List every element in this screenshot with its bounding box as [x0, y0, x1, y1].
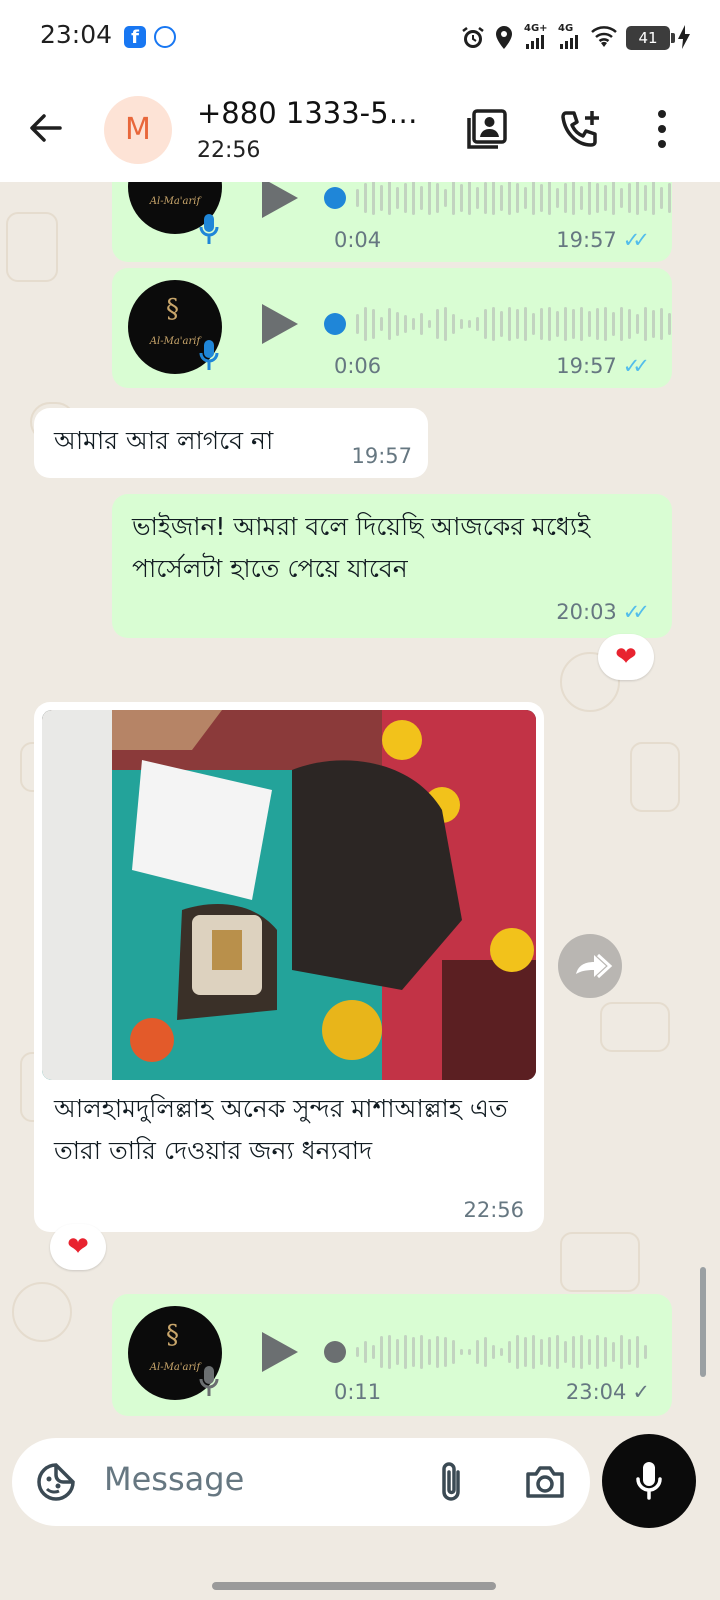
read-ticks-icon: ✓✓: [622, 354, 650, 378]
voice-duration: 0:11: [334, 1380, 382, 1404]
location-icon: [496, 26, 512, 49]
signal-icon-1: 4G+: [522, 23, 548, 51]
message-time: 19:57: [556, 228, 617, 252]
message-time: 22:56: [463, 1198, 524, 1222]
read-ticks-icon: ✓✓: [622, 600, 650, 624]
message-text: ভাইজান! আমরা বলে দিয়েছি আজকের মধ্যেই পা…: [132, 512, 591, 583]
alarm-icon: [462, 27, 484, 48]
voice-message[interactable]: §Al-Ma'arif 0:04 19:57✓✓: [112, 182, 672, 262]
mic-icon: [199, 340, 219, 370]
mic-icon: [199, 214, 219, 244]
playback-handle[interactable]: [324, 313, 346, 335]
outgoing-message[interactable]: ভাইজান! আমরা বলে দিয়েছি আজকের মধ্যেই পা…: [112, 494, 672, 638]
message-meta: 22:56: [463, 1198, 524, 1222]
wallpaper-doodle: [6, 212, 58, 282]
voice-duration: 0:06: [334, 354, 382, 378]
facebook-icon: f: [124, 26, 146, 48]
read-ticks-icon: ✓✓: [622, 228, 650, 252]
waveform[interactable]: [356, 1332, 647, 1372]
scrollbar[interactable]: [700, 1267, 706, 1377]
network-type-1: 4G+: [524, 23, 548, 34]
heart-reaction[interactable]: ❤: [50, 1224, 106, 1270]
photo-image: [42, 710, 536, 1080]
contact-card-icon[interactable]: [466, 108, 508, 150]
message-meta: 19:57: [351, 444, 412, 468]
message-text: আমার আর লাগবে না: [54, 426, 274, 455]
wallpaper-doodle: [12, 1282, 72, 1342]
message-time: 20:03: [556, 600, 617, 624]
attach-icon[interactable]: [436, 1460, 466, 1504]
play-button[interactable]: [262, 182, 298, 218]
wallpaper-doodle: [630, 742, 680, 812]
contact-avatar[interactable]: M: [104, 96, 172, 164]
status-time: 23:04: [40, 20, 113, 49]
incoming-photo-message[interactable]: আলহামদুলিল্লাহ অনেক সুন্দর মাশাআল্লাহ এত…: [34, 702, 544, 1232]
sent-tick-icon: ✓: [632, 1380, 650, 1404]
message-placeholder: Message: [104, 1460, 245, 1498]
forward-icon: [576, 953, 613, 979]
message-meta: 19:57 ✓✓: [556, 228, 650, 252]
message-time: 19:57: [351, 444, 412, 468]
message-meta: 23:04 ✓: [566, 1380, 650, 1404]
waveform[interactable]: [356, 304, 671, 344]
message-photo[interactable]: [42, 710, 536, 1080]
messenger-icon: [154, 26, 176, 48]
photo-caption: আলহামদুলিল্লাহ অনেক সুন্দর মাশাআল্লাহ এত…: [54, 1094, 508, 1165]
wallpaper-doodle: [560, 1232, 640, 1292]
wallpaper-doodle: [600, 1002, 670, 1052]
voice-message[interactable]: § Al-Ma'arif 0:06 19:57 ✓✓: [112, 268, 672, 388]
charging-icon: [678, 25, 690, 49]
mic-icon: [636, 1462, 662, 1500]
home-indicator[interactable]: [212, 1582, 496, 1590]
voice-duration: 0:04: [334, 228, 382, 252]
message-time: 19:57: [556, 354, 617, 378]
sticker-icon[interactable]: [36, 1462, 76, 1502]
voice-message[interactable]: § Al-Ma'arif 0:11 23:04 ✓: [112, 1294, 672, 1416]
playback-handle[interactable]: [324, 187, 346, 209]
battery-icon: 41: [626, 26, 675, 50]
composer: Message: [0, 1432, 720, 1600]
avatar-brand: Al-Ma'arif: [149, 196, 201, 207]
status-bar: 23:04 f 4G+ 4G 41: [0, 0, 720, 76]
chat-area[interactable]: §Al-Ma'arif 0:04 19:57✓✓ §Al-Ma'arif 0:0…: [0, 182, 720, 1432]
signal-icon-2: 4G: [556, 23, 582, 51]
more-options-icon[interactable]: [650, 108, 674, 150]
mic-icon: [199, 1366, 219, 1396]
message-time: 23:04: [565, 1380, 627, 1404]
message-meta: 19:57 ✓✓: [556, 354, 650, 378]
play-button[interactable]: [262, 1332, 298, 1372]
waveform[interactable]: [356, 182, 671, 218]
incoming-message[interactable]: আমার আর লাগবে না 19:57: [34, 408, 428, 478]
last-seen[interactable]: 22:56: [197, 138, 260, 163]
wifi-icon: [591, 26, 617, 47]
heart-reaction[interactable]: ❤: [598, 634, 654, 680]
chat-header: M +880 1333-5… 22:56: [0, 76, 720, 182]
message-input[interactable]: Message: [12, 1438, 590, 1526]
back-arrow-icon[interactable]: [28, 110, 64, 146]
record-voice-button[interactable]: [602, 1434, 696, 1528]
contact-name[interactable]: +880 1333-5…: [197, 96, 437, 130]
forward-button[interactable]: [558, 934, 622, 998]
add-call-icon[interactable]: [560, 108, 602, 150]
message-meta: 20:03 ✓✓: [556, 600, 650, 624]
play-button[interactable]: [262, 304, 298, 344]
camera-icon[interactable]: [524, 1464, 566, 1500]
status-icons: 4G+ 4G 41: [460, 23, 675, 52]
network-type-2: 4G: [558, 23, 574, 34]
playback-handle[interactable]: [324, 1341, 346, 1363]
